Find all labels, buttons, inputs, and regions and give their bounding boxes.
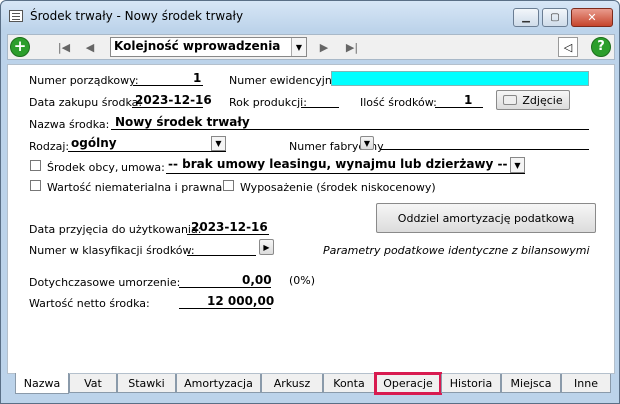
chevron-right-icon: ▶ (263, 242, 270, 252)
numer-ewidencyjny-input[interactable] (331, 71, 589, 86)
tab-inne[interactable]: Inne (561, 374, 611, 393)
klasyfikacja-picker-button[interactable]: ▶ (259, 239, 274, 255)
tab-operacje[interactable]: Operacje (374, 372, 442, 395)
collapse-button[interactable]: ◁ (558, 37, 578, 57)
chevron-down-icon: ▼ (363, 138, 371, 148)
umowa-value: -- brak umowy leasingu, wynajmu lub dzie… (168, 157, 508, 171)
tab-vat[interactable]: Vat (69, 374, 117, 393)
tab-nazwa[interactable]: Nazwa (15, 373, 69, 394)
title-bar[interactable]: Środek trwały - Nowy środek trwały ▁ ▢ ✕ (1, 1, 619, 31)
tab-arkusz[interactable]: Arkusz (261, 374, 323, 393)
wyposazenie-label: Wyposażenie (środek niskocenowy) (240, 181, 436, 194)
tab-stawki[interactable]: Stawki (117, 374, 176, 393)
numer-porzadkowy-value: 1 (193, 71, 202, 85)
rodzaj-value: ogólny (71, 136, 117, 150)
help-icon: ? (597, 39, 605, 54)
next-record-button[interactable]: ▶ (314, 37, 334, 57)
nazwa-label: Nazwa środka: (29, 118, 110, 131)
wartosc-niematerialna-label: Wartość niematerialna i prawna (47, 181, 223, 194)
sort-order-select[interactable]: Kolejność wprowadzenia ▼ (110, 37, 307, 57)
netto-label: Wartość netto środka: (29, 297, 150, 310)
chevron-down-icon: ▼ (510, 157, 525, 173)
data-przyjecia-value: 2023-12-16 (191, 220, 268, 234)
umowa-select[interactable]: -- brak umowy leasingu, wynajmu lub dzie… (166, 157, 525, 174)
minimize-icon: ▁ (522, 12, 530, 23)
window-title: Środek trwały - Nowy środek trwały (30, 9, 244, 23)
minimize-button[interactable]: ▁ (513, 8, 539, 27)
maximize-button[interactable]: ▢ (542, 8, 568, 27)
tab-historia[interactable]: Historia (441, 374, 501, 393)
data-przyjecia-label: Data przyjęcia do użytkowania: (29, 223, 202, 236)
first-icon: |◀ (57, 40, 71, 54)
chevron-down-icon: ▼ (291, 38, 306, 56)
ilosc-field[interactable] (435, 94, 483, 108)
umorzenie-value: 0,00 (242, 273, 272, 287)
main-window: Środek trwały - Nowy środek trwały ▁ ▢ ✕… (0, 0, 620, 404)
numer-fabryczny-dropdown[interactable]: ▼ (360, 136, 374, 150)
klasyfikacja-label: Numer w klasyfikacji środków: (29, 244, 195, 257)
rok-produkcji-input[interactable] (301, 94, 339, 108)
last-icon: ▶| (345, 40, 359, 54)
next-icon: ▶ (319, 40, 329, 54)
umowa-label: umowa: (121, 161, 165, 174)
data-zakupu-value: 2023-12-16 (135, 93, 212, 107)
wartosc-niematerialna-checkbox[interactable] (30, 180, 41, 191)
camera-icon (503, 95, 518, 105)
tab-miejsca[interactable]: Miejsca (501, 374, 561, 393)
numer-fabryczny-input[interactable] (380, 136, 589, 150)
form-panel: Numer porządkowy: 1 Numer ewidencyjny: D… (7, 64, 615, 374)
prev-icon: ◀ (85, 40, 95, 54)
zdjecie-label: Zdjęcie (522, 93, 563, 107)
chevron-down-icon: ▼ (211, 136, 226, 151)
tab-amortyzacja[interactable]: Amortyzacja (176, 374, 261, 393)
parametry-podatkowe-text: Parametry podatkowe identyczne z bilanso… (323, 244, 590, 257)
tab-bar: Nazwa Vat Stawki Amortyzacja Arkusz Kont… (7, 372, 615, 398)
rodzaj-select[interactable]: ogólny ▼ (68, 136, 226, 152)
numer-porzadkowy-label: Numer porządkowy: (29, 74, 139, 87)
netto-value: 12 000,00 (207, 294, 275, 308)
help-button[interactable]: ? (591, 37, 611, 57)
prev-record-button[interactable]: ◀ (80, 37, 100, 57)
ilosc-label: Ilość środków: (360, 96, 437, 109)
add-button[interactable]: + (10, 37, 30, 57)
last-record-button[interactable]: ▶| (342, 37, 362, 57)
close-button[interactable]: ✕ (571, 8, 613, 27)
srodek-obcy-label: Środek obcy, (47, 161, 119, 174)
srodek-obcy-checkbox[interactable] (30, 160, 41, 171)
umorzenie-percent: (0%) (289, 274, 316, 287)
umorzenie-label: Dotychczasowe umorzenie: (29, 276, 181, 289)
sort-order-value: Kolejność wprowadzenia (114, 39, 281, 53)
maximize-icon: ▢ (550, 12, 560, 23)
toolbar: + |◀ ◀ Kolejność wprowadzenia ▼ ▶ ▶| ◁ ? (7, 34, 615, 60)
plus-icon: + (13, 37, 27, 55)
oddziel-amortyzacje-label: Oddziel amortyzację podatkową (397, 211, 575, 225)
zdjecie-button[interactable]: Zdjęcie (496, 90, 570, 110)
wyposazenie-checkbox[interactable] (223, 180, 234, 191)
oddziel-amortyzacje-button[interactable]: Oddziel amortyzację podatkową (376, 203, 596, 233)
nazwa-value: Nowy środek trwały (115, 115, 250, 129)
tab-konta[interactable]: Konta (323, 374, 375, 393)
close-icon: ✕ (587, 11, 597, 24)
collapse-icon: ◁ (563, 40, 573, 54)
first-record-button[interactable]: |◀ (54, 37, 74, 57)
data-zakupu-label: Data zakupu środka: (29, 96, 143, 109)
rok-produkcji-label: Rok produkcji: (229, 96, 307, 109)
app-icon (9, 10, 23, 22)
ilosc-value: 1 (464, 93, 473, 107)
rodzaj-label: Rodzaj: (29, 140, 70, 153)
klasyfikacja-input[interactable] (187, 242, 256, 256)
numer-ewidencyjny-label: Numer ewidencyjny: (229, 74, 342, 87)
